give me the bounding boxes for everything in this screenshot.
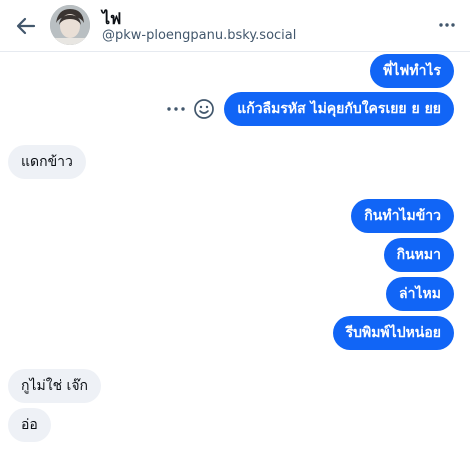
message-bubble[interactable]: กินทำไมข้าว: [351, 199, 454, 233]
ellipsis-icon[interactable]: [166, 101, 186, 117]
conversation-header: ไฟ @pkw-ploengpanu.bsky.social: [0, 0, 470, 52]
message-bubble[interactable]: กินหมา: [383, 238, 454, 272]
message-bubble[interactable]: พี่ไฟทำไร: [370, 54, 454, 88]
message-bubble[interactable]: กูไม่ใช่ เจ๊ก: [8, 369, 101, 403]
arrow-left-icon[interactable]: [14, 14, 38, 38]
contact-handle: @pkw-ploengpanu.bsky.social: [102, 28, 297, 43]
avatar-image: [50, 5, 90, 45]
message-bubble[interactable]: รีบพิมพ์ไปหน่อย: [332, 316, 454, 350]
more-horizontal-icon[interactable]: [438, 16, 456, 34]
emoji-smile-icon[interactable]: [193, 98, 215, 120]
message-bubble[interactable]: แดกข้าว: [8, 145, 86, 179]
avatar[interactable]: [50, 5, 90, 45]
message-bubble[interactable]: อ่อ: [8, 408, 51, 442]
message-bubble[interactable]: แก้วลืมรหัส ไม่คุยกับใครเยย ย ยย: [224, 92, 454, 126]
message-bubble[interactable]: ล่าไหม: [386, 277, 454, 311]
